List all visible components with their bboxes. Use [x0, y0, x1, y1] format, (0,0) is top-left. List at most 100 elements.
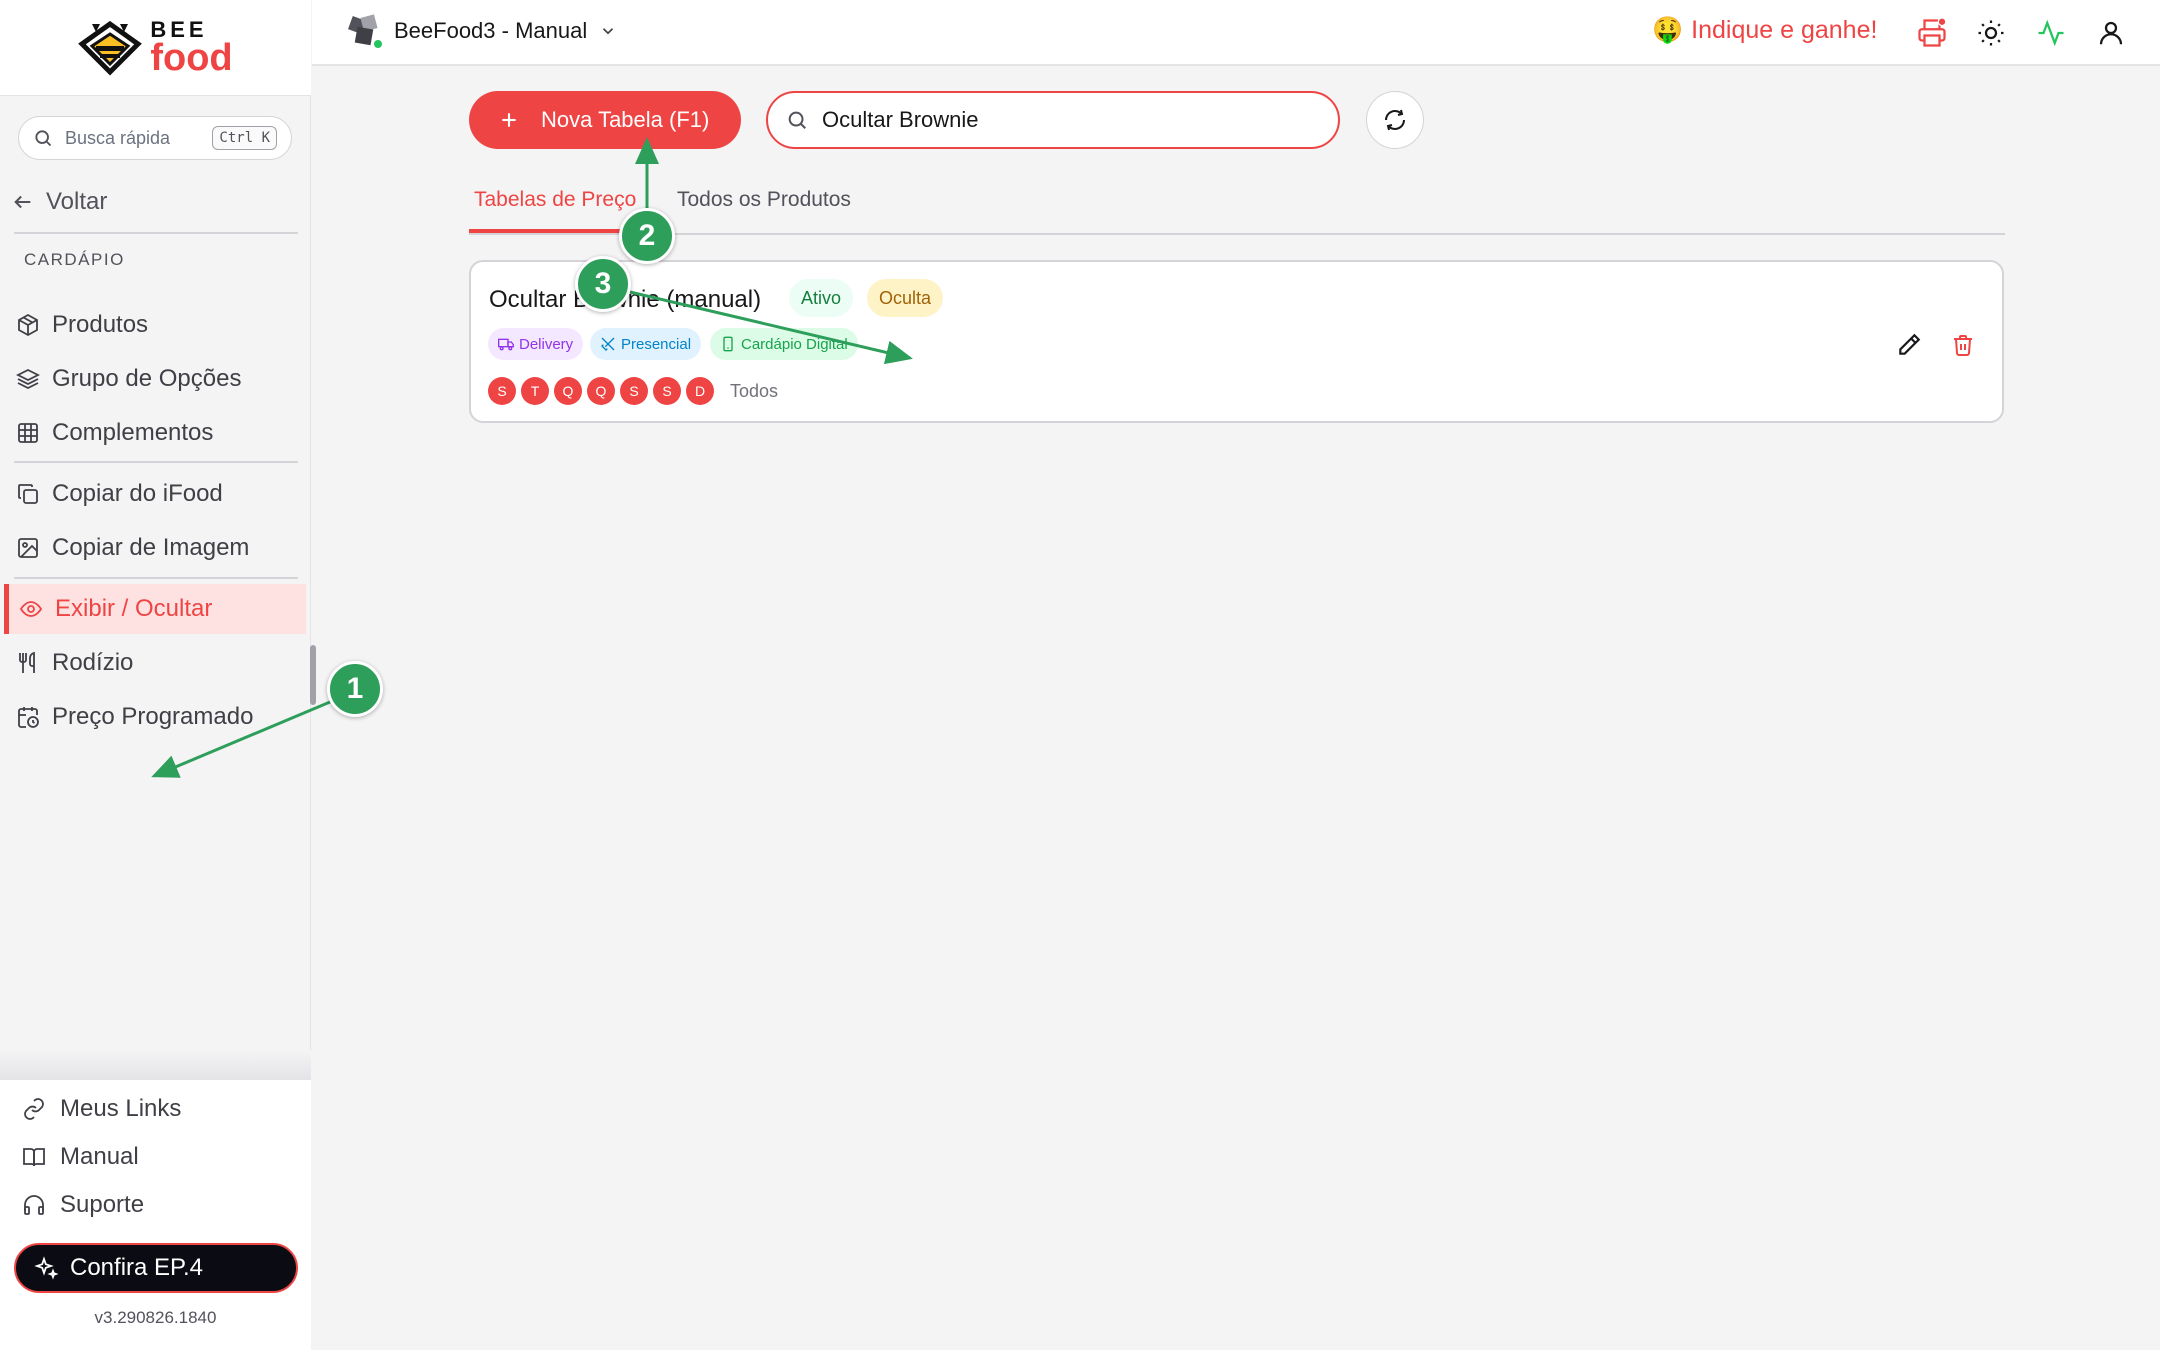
sidebar-item-copiar-imagem[interactable]: Copiar de Imagem: [4, 523, 306, 573]
tab-tabelas-preco[interactable]: Tabelas de Preço: [474, 188, 636, 212]
confira-label: Confira EP.4: [70, 1254, 203, 1281]
sidebar-item-label: Complementos: [52, 419, 214, 446]
weekday-thursday-badge: S: [620, 377, 648, 405]
channel-label: Delivery: [519, 335, 574, 353]
cutlery-icon: [601, 337, 615, 351]
sidebar-item-complementos[interactable]: Complementos: [4, 408, 306, 458]
weekday-friday-badge: S: [653, 377, 681, 405]
annotation-marker-1: 1: [327, 661, 383, 717]
annotation-arrows: [151, 137, 913, 778]
price-table-card[interactable]: Ocultar Brownie (manual) Ativo Oculta De…: [469, 260, 2004, 423]
sidebar-item-label: Suporte: [60, 1191, 145, 1218]
new-table-button[interactable]: Nova Tabela (F1): [469, 91, 741, 149]
activity-button[interactable]: [2036, 18, 2066, 48]
weekday-tuesday-badge: Q: [554, 377, 582, 405]
sidebar-item-grupo-opcoes[interactable]: Grupo de Opções: [4, 354, 306, 404]
sun-icon: [1978, 20, 2004, 46]
top-bar: BeeFood3 - Manual 🤑 Indique e ganhe!: [312, 0, 2160, 66]
brand-logo[interactable]: BEE food: [0, 0, 311, 96]
sidebar-fade: [0, 1050, 311, 1080]
sidebar-scrollbar[interactable]: [310, 645, 316, 705]
book-icon: [23, 1148, 45, 1167]
weekday-monday-badge: T: [521, 377, 549, 405]
chevron-down-icon: [603, 28, 614, 35]
sidebar-item-manual[interactable]: Manual: [22, 1143, 139, 1171]
money-face-icon: 🤑: [1652, 16, 1684, 44]
plus-icon: [502, 113, 516, 127]
back-label: Voltar: [46, 188, 108, 215]
sidebar-item-label: Preço Programado: [52, 703, 254, 730]
confira-episode-button[interactable]: Confira EP.4: [14, 1243, 298, 1293]
weekday-wednesday-badge: Q: [587, 377, 615, 405]
sidebar-item-label: Exibir / Ocultar: [55, 595, 213, 622]
search-icon: [35, 130, 52, 147]
new-table-label: Nova Tabela (F1): [541, 107, 710, 132]
delete-button[interactable]: [1948, 330, 1978, 360]
refer-link[interactable]: 🤑 Indique e ganhe!: [1652, 16, 1877, 45]
sidebar-item-label: Manual: [60, 1143, 139, 1170]
sidebar-item-produtos[interactable]: Produtos: [4, 300, 306, 350]
back-link[interactable]: Voltar: [12, 188, 107, 216]
activity-icon: [2038, 19, 2064, 47]
sidebar-item-label: Rodízio: [52, 649, 134, 676]
sidebar-item-label: Copiar do iFood: [52, 480, 223, 507]
weekday-sunday-badge: S: [488, 377, 516, 405]
shortcut-hint: Ctrl K: [212, 126, 277, 150]
link-icon: [24, 1098, 44, 1120]
section-label: CARDÁPIO: [24, 250, 125, 269]
status-badge-oculta: Oculta: [867, 279, 944, 317]
channel-chip-delivery: Delivery: [488, 328, 584, 360]
annotation-marker-2: 2: [619, 208, 675, 264]
search-icon: [788, 111, 806, 129]
quick-search[interactable]: Busca rápida Ctrl K: [18, 116, 292, 160]
channel-chip-presencial: Presencial: [590, 328, 702, 360]
logo-text-food: food: [150, 36, 233, 79]
sidebar-item-suporte[interactable]: Suporte: [22, 1191, 144, 1219]
channel-label: Cardápio Digital: [741, 335, 848, 353]
image-copy-icon: [18, 538, 38, 558]
edit-button[interactable]: [1894, 330, 1924, 360]
active-tab-indicator: [469, 229, 639, 233]
divider: [14, 577, 298, 579]
truck-icon: [498, 338, 514, 351]
store-selector[interactable]: BeeFood3 - Manual: [348, 14, 617, 50]
sidebar-item-label: Meus Links: [60, 1095, 182, 1122]
sparkles-icon: [34, 1256, 58, 1280]
trash-icon: [1954, 335, 1972, 356]
sidebar-item-copiar-ifood[interactable]: Copiar do iFood: [4, 469, 306, 519]
annotation-marker-3: 3: [575, 256, 631, 312]
printer-icon: [1918, 17, 1947, 47]
weekday-saturday-badge: D: [686, 377, 714, 405]
table-search[interactable]: [766, 91, 1340, 149]
app-version: v3.290826.1840: [94, 1308, 217, 1327]
refresh-button[interactable]: [1366, 91, 1424, 149]
tabs-divider: [469, 233, 2005, 235]
sidebar: BEE food Busca rápida Ctrl K Voltar CARD…: [0, 0, 316, 1350]
sidebar-item-preco-programado[interactable]: Preço Programado: [4, 692, 306, 742]
bee-logo-icon: [78, 20, 143, 76]
search-input[interactable]: [822, 107, 1302, 133]
calendar-clock-icon: [18, 707, 39, 728]
status-badge-ativo: Ativo: [789, 279, 854, 317]
ifood-copy-icon: [18, 484, 38, 504]
user-menu-button[interactable]: [2096, 18, 2126, 48]
arrow-left-icon: [14, 195, 31, 209]
refresh-icon: [1385, 109, 1405, 131]
printer-button[interactable]: [1917, 17, 1947, 48]
user-icon: [2099, 21, 2123, 45]
theme-toggle[interactable]: [1976, 18, 2006, 48]
layers-icon: [16, 368, 40, 390]
utensils-icon: [19, 651, 35, 673]
sidebar-item-rodizio[interactable]: Rodízio: [4, 638, 306, 688]
channel-label: Presencial: [621, 335, 692, 353]
sidebar-item-label: Copiar de Imagem: [52, 534, 250, 561]
store-name: BeeFood3 - Manual: [394, 18, 588, 43]
divider: [14, 232, 298, 234]
weekday-list: S T Q Q S S D: [488, 377, 714, 405]
days-summary: Todos: [730, 381, 779, 401]
sidebar-item-exibir-ocultar[interactable]: Exibir / Ocultar: [4, 584, 306, 634]
tab-todos-produtos[interactable]: Todos os Produtos: [677, 188, 851, 212]
sidebar-item-meus-links[interactable]: Meus Links: [22, 1095, 181, 1123]
sidebar-item-label: Produtos: [52, 311, 149, 338]
box-icon: [18, 313, 38, 337]
